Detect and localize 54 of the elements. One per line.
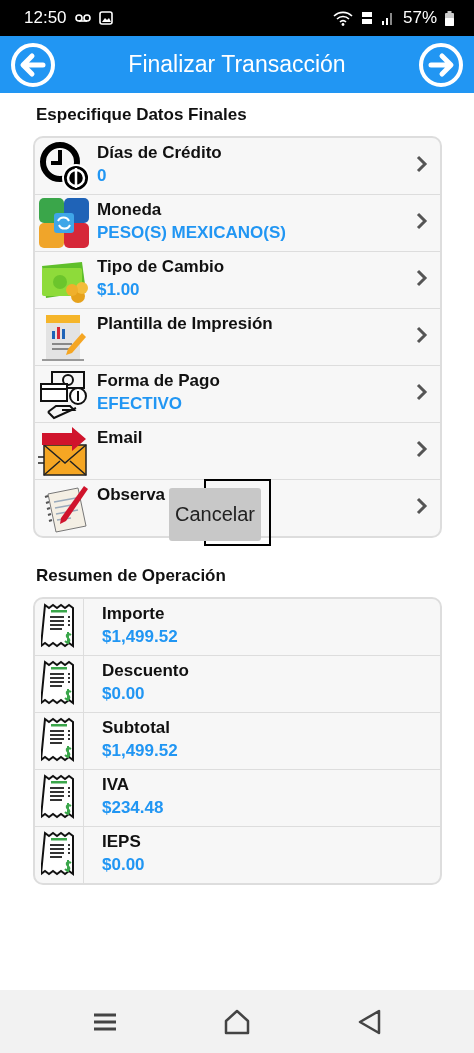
row-value: $0.00 xyxy=(102,684,146,704)
chevron-right-icon xyxy=(416,383,428,401)
row-label: Días de Crédito xyxy=(97,143,223,163)
row-label: Plantilla de Impresión xyxy=(97,314,274,334)
screen-title: Finalizar Transacción xyxy=(127,51,347,78)
row-value: $0.00 xyxy=(102,855,146,875)
row-label: Tipo de Cambio xyxy=(97,257,226,277)
row-value: PESO(S) MEXICANO(S) xyxy=(97,223,287,243)
section-title: Especifique Datos Finales xyxy=(35,104,248,126)
section-title: Resumen de Operación xyxy=(35,565,227,587)
battery-icon xyxy=(445,10,454,26)
email-icon xyxy=(38,425,90,477)
voicemail-icon xyxy=(74,13,91,23)
settings-row[interactable]: Forma de Pago EFECTIVO xyxy=(35,365,440,422)
status-time: 12:50 xyxy=(24,8,67,28)
chevron-right-icon xyxy=(416,326,428,344)
settings-row[interactable]: Días de Crédito 0 xyxy=(35,138,440,194)
chevron-right-icon xyxy=(416,269,428,287)
settings-row[interactable]: Plantilla de Impresión xyxy=(35,308,440,365)
row-value: 0 xyxy=(97,166,108,186)
row-label: Forma de Pago xyxy=(97,371,221,391)
row-value: $1,499.52 xyxy=(102,627,179,647)
row-label: Subtotal xyxy=(102,718,171,738)
back-icon xyxy=(356,1008,381,1035)
row-label: Observa xyxy=(97,485,167,505)
settings-row[interactable]: Tipo de Cambio $1.00 xyxy=(35,251,440,308)
row-label: Importe xyxy=(102,604,166,624)
row-value: EFECTIVO xyxy=(97,394,183,414)
settings-row[interactable]: Email xyxy=(35,422,440,479)
row-label: IEPS xyxy=(102,832,142,852)
chevron-right-icon xyxy=(416,440,428,458)
row-value: $1,499.52 xyxy=(102,741,179,761)
wifi-icon xyxy=(332,10,353,26)
menu-icon xyxy=(93,1012,118,1031)
signal-icon xyxy=(380,11,395,25)
back-button[interactable] xyxy=(10,41,56,88)
battery-percent: 57% xyxy=(402,8,437,28)
row-label: Descuento xyxy=(102,661,190,681)
chevron-right-icon xyxy=(416,155,428,173)
row-label: IVA xyxy=(102,775,131,795)
chevron-right-icon xyxy=(416,212,428,230)
image-icon xyxy=(98,11,113,25)
clock-money-icon xyxy=(38,140,90,192)
row-value: $1.00 xyxy=(97,280,141,300)
home-icon xyxy=(224,1008,250,1035)
row-label: Email xyxy=(97,428,144,448)
row-label: Moneda xyxy=(97,200,163,220)
cancel-button[interactable]: Cancelar xyxy=(169,488,261,541)
settings-row[interactable]: Moneda PESO(S) MEXICANO(S) xyxy=(35,194,440,251)
currency-exchange-icon xyxy=(38,197,90,249)
row-value: $234.48 xyxy=(102,798,165,818)
chevron-right-icon xyxy=(416,497,428,515)
payment-hand-icon xyxy=(38,368,90,420)
forward-button[interactable] xyxy=(418,41,464,88)
